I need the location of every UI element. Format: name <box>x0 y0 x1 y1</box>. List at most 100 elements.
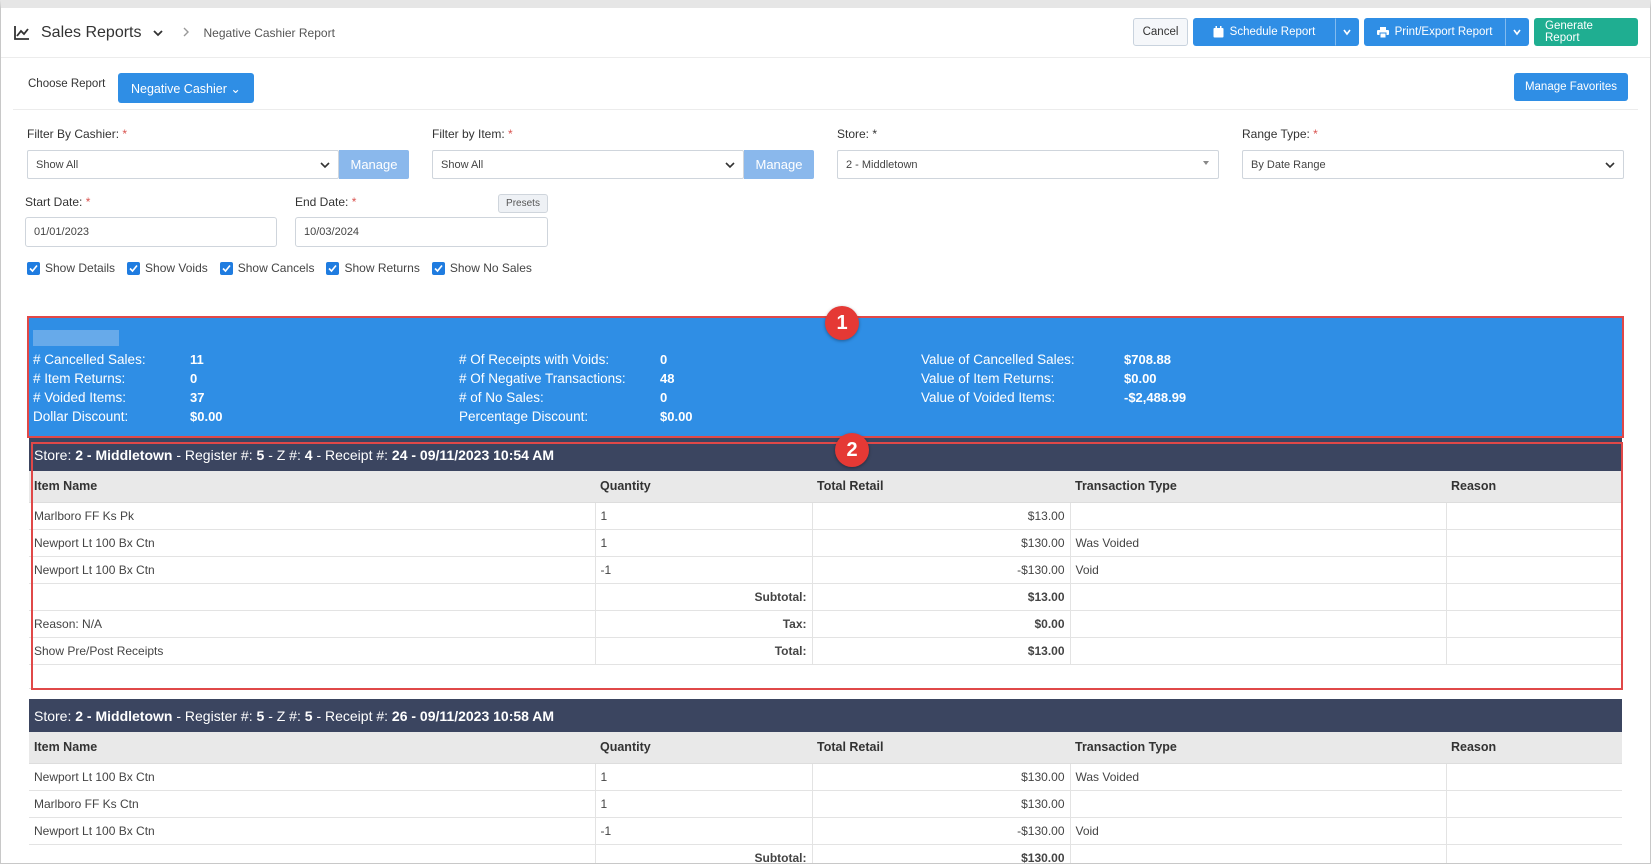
checkbox-label: Show Returns <box>344 261 420 275</box>
col-total-retail: Total Retail <box>812 732 1070 764</box>
range-type-label: Range Type: * <box>1242 127 1318 141</box>
choose-report-label: Choose Report <box>28 78 106 90</box>
cashier-filter-text: Filter By Cashier: <box>27 127 120 141</box>
checkbox-label: Show Voids <box>145 261 208 275</box>
total-retail-cell: $130.00 <box>812 763 1071 791</box>
print-export-caret[interactable] <box>1505 18 1529 46</box>
checkbox-show-details[interactable]: Show Details <box>27 261 115 275</box>
required-marker: * <box>122 127 128 141</box>
col-transaction-type: Transaction Type <box>1070 732 1446 764</box>
calendar-icon <box>1213 26 1224 38</box>
chevron-down-icon <box>725 160 735 173</box>
store-value: 2 - Middletown <box>846 158 918 171</box>
col-quantity: Quantity <box>595 732 812 764</box>
printer-icon <box>1376 26 1389 38</box>
item-name-cell: Newport Lt 100 Bx Ctn <box>29 817 596 845</box>
transaction-type-cell: Was Voided <box>1070 763 1447 791</box>
receipt-key: - Receipt #: <box>316 707 389 724</box>
item-filter-text: Filter by Item: <box>432 127 505 141</box>
print-export-label: Print/Export Report <box>1394 26 1493 38</box>
range-type-text: Range Type: <box>1242 127 1310 141</box>
store-value: 2 - Middletown <box>75 707 173 724</box>
manage-item-button[interactable]: Manage <box>744 150 814 179</box>
schedule-report-caret[interactable] <box>1335 18 1359 46</box>
breadcrumb-current: Negative Cashier Report <box>203 25 335 40</box>
quantity-cell: 1 <box>595 790 813 818</box>
manage-favorites-button[interactable]: Manage Favorites <box>1513 73 1628 101</box>
item-filter-value: Show All <box>441 158 484 171</box>
checkbox-show-returns[interactable]: Show Returns <box>326 261 420 275</box>
start-date-label: Start Date: * <box>25 195 90 209</box>
required-marker: * <box>1313 127 1318 141</box>
required-marker: * <box>508 127 513 141</box>
checkmark-icon[interactable] <box>27 261 40 275</box>
store-select[interactable]: 2 - Middletown <box>837 150 1219 179</box>
z-key: - Z #: <box>268 707 301 724</box>
report-window: Sales Reports Negative Cashier Report Ca… <box>0 0 1651 864</box>
required-marker: * <box>872 127 878 141</box>
page-title[interactable]: Sales Reports <box>41 24 142 42</box>
store-label-text: Store: <box>837 127 870 141</box>
table-row: Newport Lt 100 Bx Ctn -1 -$130.00 Void <box>29 817 1622 845</box>
checkmark-icon[interactable] <box>127 261 141 275</box>
cashier-filter-value: Show All <box>36 158 79 171</box>
top-bar: Sales Reports Negative Cashier Report Ca… <box>1 8 1650 58</box>
generate-report-button[interactable]: Generate Report <box>1534 18 1638 46</box>
col-item-name: Item Name <box>29 732 595 764</box>
start-date-text: Start Date: <box>25 195 83 209</box>
empty-cell <box>1070 844 1447 863</box>
checkmark-icon[interactable] <box>326 261 340 275</box>
checkbox-show-voids[interactable]: Show Voids <box>127 261 208 275</box>
reason-cell <box>1446 763 1622 791</box>
store-key: Store: <box>34 707 72 724</box>
subtotal-label: Subtotal: <box>595 844 813 863</box>
line-chart-icon <box>13 24 31 42</box>
annotation-badge-2: 2 <box>835 433 869 467</box>
manage-cashier-button[interactable]: Manage <box>339 150 409 179</box>
choose-report-dropdown[interactable]: Negative Cashier ⌄ <box>118 73 254 103</box>
header-actions: Cancel Schedule Report Print/Export Repo… <box>1133 18 1638 46</box>
print-export-button[interactable]: Print/Export Report <box>1364 18 1505 46</box>
receipt-value: 26 - 09/11/2023 10:58 AM <box>391 707 555 724</box>
receipt-table: Item Name Quantity Total Retail Transact… <box>29 732 1622 863</box>
range-type-value: By Date Range <box>1251 158 1326 171</box>
checkbox-label: Show No Sales <box>449 261 532 275</box>
chevron-down-icon <box>1513 29 1521 36</box>
transaction-type-cell: Void <box>1070 817 1447 845</box>
end-date-label: End Date: * <box>295 195 356 209</box>
chevron-down-icon <box>1605 160 1615 173</box>
chevron-down-icon <box>1343 29 1351 36</box>
annotation-box-1 <box>27 316 1624 438</box>
annotation-badge-1: 1 <box>825 306 859 340</box>
caret-down-icon <box>1202 158 1210 170</box>
schedule-report-button[interactable]: Schedule Report <box>1193 18 1335 46</box>
item-name-cell: Marlboro FF Ks Ctn <box>29 790 596 818</box>
end-date-text: End Date: <box>295 195 349 209</box>
schedule-report-split: Schedule Report <box>1193 18 1359 46</box>
print-export-split: Print/Export Report <box>1364 18 1529 46</box>
table-row: Newport Lt 100 Bx Ctn 1 $130.00 Was Voided <box>29 763 1622 791</box>
z-value: 5 <box>304 707 313 724</box>
checkmark-icon[interactable] <box>219 261 233 275</box>
cancel-button[interactable]: Cancel <box>1133 18 1188 46</box>
checkmark-icon[interactable] <box>431 261 445 275</box>
end-date-input[interactable]: 10/03/2024 <box>295 217 548 247</box>
chevron-down-icon[interactable] <box>152 27 164 39</box>
checkbox-label: Show Cancels <box>237 261 315 275</box>
presets-button[interactable]: Presets <box>498 194 548 213</box>
range-type-select[interactable]: By Date Range <box>1242 150 1624 179</box>
subtotal-row: Subtotal: $130.00 <box>29 844 1622 863</box>
quantity-cell: -1 <box>595 817 813 845</box>
table-row: Marlboro FF Ks Ctn 1 $130.00 <box>29 790 1622 818</box>
chevron-right-icon <box>182 25 190 41</box>
item-filter-select[interactable]: Show All <box>432 150 744 179</box>
options-checkboxes: Show Details Show Voids Show Cancels Show R… <box>27 261 532 275</box>
required-marker: * <box>351 195 357 209</box>
start-date-input[interactable]: 01/01/2023 <box>25 217 277 247</box>
checkbox-show-no-sales[interactable]: Show No Sales <box>431 261 532 275</box>
transaction-type-cell <box>1070 790 1447 818</box>
cashier-filter-select[interactable]: Show All <box>27 150 339 179</box>
choose-report-bar: Choose Report Negative Cashier ⌄ Manage … <box>13 66 1638 110</box>
chevron-down-icon <box>320 160 330 173</box>
checkbox-show-cancels[interactable]: Show Cancels <box>219 261 315 275</box>
